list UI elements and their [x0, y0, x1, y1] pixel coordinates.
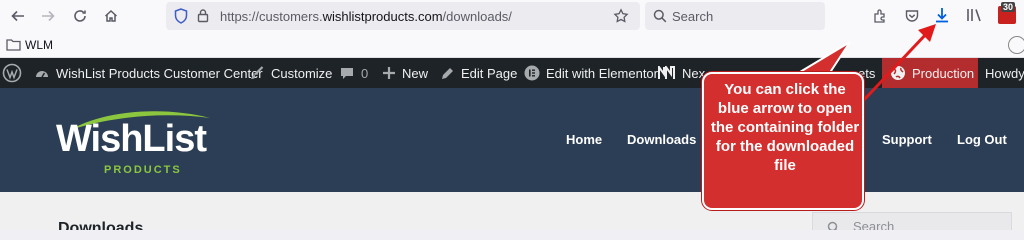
callout-text: You can click the blue arrow to open the…	[710, 81, 860, 174]
callout-arrows	[777, 24, 936, 104]
red-arrow-line	[860, 30, 930, 104]
callout-box: You can click the blue arrow to open the…	[702, 72, 864, 210]
